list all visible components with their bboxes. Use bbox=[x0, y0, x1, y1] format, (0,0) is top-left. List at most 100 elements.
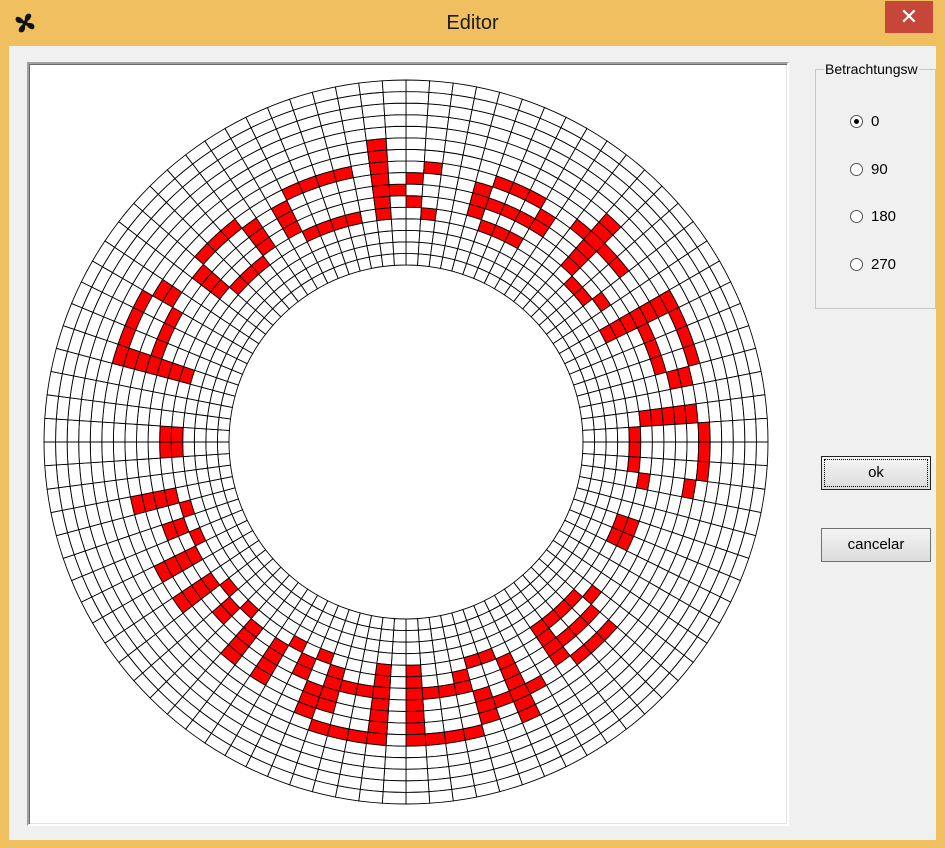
grid-cell[interactable] bbox=[405, 618, 419, 632]
grid-cell[interactable] bbox=[377, 639, 394, 654]
grid-cell[interactable] bbox=[205, 428, 219, 443]
grid-cell[interactable] bbox=[423, 708, 444, 723]
grid-cell[interactable] bbox=[405, 114, 428, 128]
grid-cell[interactable] bbox=[387, 160, 407, 174]
radio-90[interactable]: 90 bbox=[850, 159, 888, 179]
grid-cell[interactable] bbox=[382, 779, 407, 793]
grid-cell[interactable] bbox=[384, 756, 407, 770]
grid-cell[interactable] bbox=[374, 207, 392, 222]
grid-cell[interactable] bbox=[422, 172, 442, 187]
grid-cell[interactable] bbox=[616, 441, 630, 458]
grid-cell[interactable] bbox=[405, 791, 431, 805]
grid-cell[interactable] bbox=[382, 91, 407, 105]
grid-cell[interactable] bbox=[639, 425, 653, 443]
grid-cell[interactable] bbox=[421, 184, 441, 199]
grid-cell[interactable] bbox=[386, 721, 407, 736]
grid-cell[interactable] bbox=[148, 457, 163, 477]
grid-cell[interactable] bbox=[593, 428, 607, 443]
radio-180[interactable]: 180 bbox=[850, 206, 896, 226]
grid-cell[interactable] bbox=[672, 404, 687, 425]
grid-cell[interactable] bbox=[391, 641, 407, 655]
grid-cell[interactable] bbox=[367, 149, 389, 164]
grid-cell[interactable] bbox=[649, 457, 664, 477]
grid-cell[interactable] bbox=[113, 403, 128, 425]
grid-cell[interactable] bbox=[371, 685, 391, 700]
radio-circle-270[interactable] bbox=[850, 257, 863, 271]
grid-cell[interactable] bbox=[405, 641, 421, 655]
grid-cell[interactable] bbox=[405, 148, 426, 163]
grid-cell[interactable] bbox=[419, 651, 436, 666]
grid-cell[interactable] bbox=[370, 172, 390, 187]
grid-cell[interactable] bbox=[194, 413, 209, 430]
grid-cell[interactable] bbox=[405, 195, 423, 209]
grid-cell[interactable] bbox=[159, 441, 173, 459]
grid-cell[interactable] bbox=[628, 426, 642, 443]
grid-cell[interactable] bbox=[44, 394, 60, 420]
grid-cell[interactable] bbox=[418, 230, 435, 245]
grid-cell[interactable] bbox=[383, 102, 407, 116]
grid-cell[interactable] bbox=[368, 708, 389, 723]
grid-cell[interactable] bbox=[368, 161, 389, 176]
grid-cell[interactable] bbox=[55, 418, 69, 443]
grid-cell[interactable] bbox=[89, 441, 103, 464]
grid-cell[interactable] bbox=[391, 229, 407, 243]
grid-cell[interactable] bbox=[182, 412, 197, 429]
grid-cell[interactable] bbox=[383, 768, 407, 782]
grid-cell[interactable] bbox=[651, 424, 665, 443]
grid-cell[interactable] bbox=[419, 218, 436, 233]
grid-cell[interactable] bbox=[743, 441, 757, 466]
grid-cell[interactable] bbox=[170, 441, 184, 458]
grid-cell[interactable] bbox=[381, 79, 407, 93]
grid-cell[interactable] bbox=[420, 207, 438, 222]
grid-cell[interactable] bbox=[358, 788, 384, 804]
grid-cell[interactable] bbox=[405, 229, 421, 243]
grid-cell[interactable] bbox=[112, 441, 127, 462]
grid-cell[interactable] bbox=[405, 172, 425, 186]
grid-cell[interactable] bbox=[390, 218, 407, 232]
grid-cell[interactable] bbox=[136, 441, 150, 461]
grid-cell[interactable] bbox=[66, 419, 80, 443]
grid-cell[interactable] bbox=[593, 441, 607, 456]
grid-cell[interactable] bbox=[720, 441, 734, 464]
grid-cell[interactable] bbox=[205, 453, 220, 469]
grid-cell[interactable] bbox=[216, 441, 230, 455]
grid-cell[interactable] bbox=[136, 423, 150, 443]
ring-editor-canvas[interactable] bbox=[27, 62, 789, 826]
grid-cell[interactable] bbox=[709, 420, 723, 443]
grid-cell[interactable] bbox=[78, 441, 92, 464]
grid-cell[interactable] bbox=[684, 459, 699, 481]
grid-cell[interactable] bbox=[417, 616, 432, 631]
ring-grid[interactable] bbox=[29, 64, 783, 820]
grid-cell[interactable] bbox=[159, 425, 173, 443]
grid-cell[interactable] bbox=[417, 628, 433, 643]
grid-cell[interactable] bbox=[755, 441, 769, 467]
grid-cell[interactable] bbox=[592, 415, 607, 431]
grid-cell[interactable] bbox=[386, 148, 407, 163]
grid-cell[interactable] bbox=[182, 441, 196, 458]
grid-cell[interactable] bbox=[380, 616, 395, 631]
grid-cell[interactable] bbox=[405, 629, 420, 643]
grid-cell[interactable] bbox=[217, 416, 232, 431]
grid-cell[interactable] bbox=[732, 441, 746, 465]
grid-cell[interactable] bbox=[43, 417, 57, 443]
grid-cell[interactable] bbox=[393, 618, 407, 632]
grid-cell[interactable] bbox=[428, 788, 454, 804]
grid-cell[interactable] bbox=[626, 456, 641, 474]
grid-cell[interactable] bbox=[370, 697, 390, 712]
grid-cell[interactable] bbox=[582, 441, 596, 455]
grid-cell[interactable] bbox=[405, 137, 427, 151]
grid-cell[interactable] bbox=[661, 458, 676, 478]
grid-cell[interactable] bbox=[405, 779, 430, 793]
grid-cell[interactable] bbox=[405, 768, 429, 782]
grid-cell[interactable] bbox=[392, 629, 407, 643]
grid-cell[interactable] bbox=[732, 419, 746, 443]
grid-cell[interactable] bbox=[205, 441, 219, 456]
grid-cell[interactable] bbox=[393, 252, 407, 266]
grid-cell[interactable] bbox=[405, 710, 425, 724]
grid-cell[interactable] bbox=[374, 662, 392, 677]
grid-cell[interactable] bbox=[384, 745, 407, 759]
grid-cell[interactable] bbox=[405, 79, 431, 93]
grid-cell[interactable] bbox=[125, 404, 140, 425]
grid-cell[interactable] bbox=[755, 417, 769, 443]
grid-cell[interactable] bbox=[66, 441, 80, 465]
